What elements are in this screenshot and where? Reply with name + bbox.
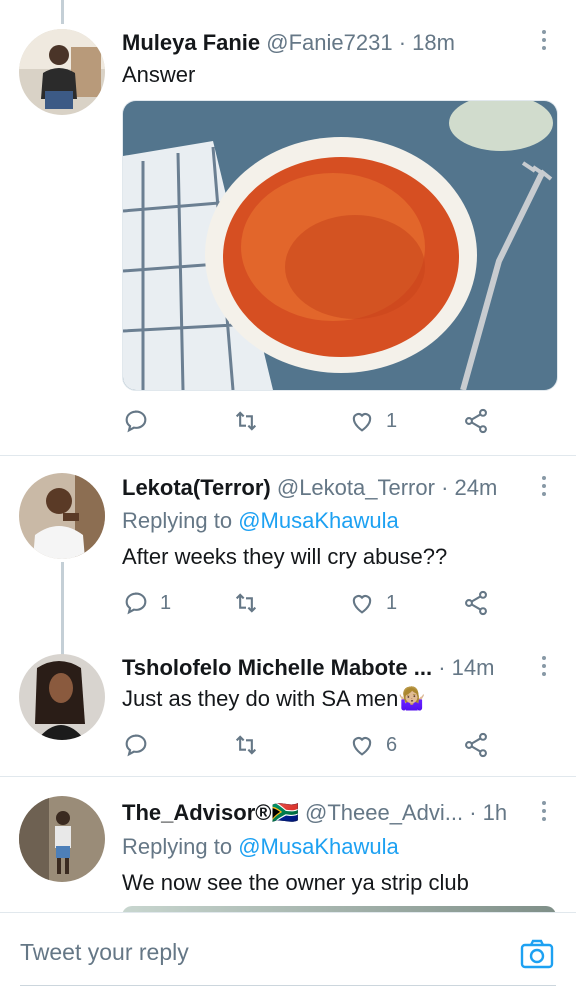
retweet-icon bbox=[235, 411, 257, 431]
share-button[interactable] bbox=[462, 588, 490, 618]
mention-link[interactable]: @MusaKhawula bbox=[238, 834, 399, 859]
share-icon bbox=[465, 732, 487, 758]
tweet-actions: 6 bbox=[122, 730, 502, 760]
avatar[interactable] bbox=[19, 796, 105, 882]
camera-icon[interactable] bbox=[520, 937, 554, 971]
separator-dot: · bbox=[438, 655, 446, 680]
reply-composer: Tweet your reply bbox=[0, 912, 576, 1005]
tweet-text: After weeks they will cry abuse?? bbox=[122, 544, 448, 569]
retweet-icon bbox=[235, 735, 257, 755]
heart-icon bbox=[352, 413, 372, 432]
avatar[interactable] bbox=[19, 654, 105, 740]
retweet-button[interactable] bbox=[232, 588, 270, 618]
more-options-icon[interactable] bbox=[538, 801, 550, 827]
tweet-header: Muleya Fanie @Fanie7231 · 18m bbox=[122, 27, 518, 59]
author-handle[interactable]: @Theee_Advi... bbox=[305, 800, 463, 825]
reply-input[interactable]: Tweet your reply bbox=[20, 939, 189, 966]
tweet-1[interactable]: Muleya Fanie @Fanie7231 · 18m Answer 1 bbox=[0, 0, 576, 455]
reply-button[interactable]: 1 bbox=[122, 588, 171, 618]
reply-button[interactable] bbox=[122, 730, 160, 760]
author-name[interactable]: Tsholofelo Michelle Mabote ... bbox=[122, 655, 432, 680]
avatar[interactable] bbox=[19, 473, 105, 559]
share-button[interactable] bbox=[462, 406, 490, 436]
replying-to: Replying to @MusaKhawula bbox=[122, 832, 399, 862]
author-name[interactable]: Lekota(Terror) bbox=[122, 475, 271, 500]
tweet-image[interactable] bbox=[122, 100, 558, 391]
author-handle[interactable]: @Lekota_Terror bbox=[277, 475, 435, 500]
like-count: 1 bbox=[386, 591, 398, 614]
heart-icon bbox=[352, 595, 372, 614]
author-name[interactable]: Muleya Fanie bbox=[122, 30, 260, 55]
mention-link[interactable]: @MusaKhawula bbox=[238, 508, 399, 533]
share-button[interactable] bbox=[462, 730, 490, 760]
retweet-icon bbox=[235, 593, 257, 613]
timestamp[interactable]: 24m bbox=[455, 475, 498, 500]
retweet-button[interactable] bbox=[232, 406, 270, 436]
reply-button[interactable] bbox=[122, 406, 160, 436]
author-name[interactable]: The_Advisor®🇿🇦 bbox=[122, 800, 299, 825]
separator-dot: · bbox=[469, 800, 477, 825]
timestamp[interactable]: 1h bbox=[483, 800, 507, 825]
tweet-actions: 1 1 bbox=[122, 588, 502, 618]
tweet-2[interactable]: Lekota(Terror) @Lekota_Terror · 24m Repl… bbox=[0, 456, 576, 642]
timestamp[interactable]: 14m bbox=[452, 655, 495, 680]
separator-dot: · bbox=[398, 30, 407, 55]
like-button[interactable]: 1 bbox=[348, 406, 397, 436]
reply-count: 1 bbox=[160, 591, 172, 614]
replying-prefix: Replying to bbox=[122, 508, 233, 533]
tweet-text: Answer bbox=[122, 62, 196, 87]
tweet-4[interactable]: The_Advisor®🇿🇦 @Theee_Advi... · 1h Reply… bbox=[0, 777, 576, 912]
like-button[interactable]: 1 bbox=[348, 588, 397, 618]
more-options-icon[interactable] bbox=[538, 476, 550, 502]
tweet-header: Lekota(Terror) @Lekota_Terror · 24m bbox=[122, 472, 518, 504]
avatar[interactable] bbox=[19, 29, 105, 115]
author-handle[interactable]: @Fanie7231 bbox=[266, 30, 392, 55]
replying-prefix: Replying to bbox=[122, 834, 233, 859]
separator-dot: · bbox=[441, 475, 449, 500]
share-icon bbox=[465, 408, 487, 434]
like-count: 6 bbox=[386, 733, 398, 756]
reply-icon bbox=[125, 734, 147, 757]
timestamp[interactable]: 18m bbox=[412, 30, 455, 55]
tweet-header: Tsholofelo Michelle Mabote ... · 14m bbox=[122, 652, 518, 684]
retweet-button[interactable] bbox=[232, 730, 270, 760]
tweet-3[interactable]: Tsholofelo Michelle Mabote ... · 14m Jus… bbox=[0, 642, 576, 776]
tweet-text: Just as they do with SA men🤷🏼‍♀️ bbox=[122, 686, 426, 711]
tweet-text: We now see the owner ya strip club bbox=[122, 870, 469, 895]
heart-icon bbox=[352, 737, 372, 756]
tweet-header: The_Advisor®🇿🇦 @Theee_Advi... · 1h bbox=[122, 797, 518, 829]
reply-icon bbox=[125, 410, 147, 433]
replying-to: Replying to @MusaKhawula bbox=[122, 506, 399, 536]
like-button[interactable]: 6 bbox=[348, 730, 397, 760]
like-count: 1 bbox=[386, 409, 398, 432]
more-options-icon[interactable] bbox=[538, 656, 550, 682]
more-options-icon[interactable] bbox=[538, 30, 550, 56]
tweet-actions: 1 bbox=[122, 406, 502, 436]
share-icon bbox=[465, 590, 487, 616]
reply-input-underline bbox=[20, 985, 556, 986]
reply-icon bbox=[125, 592, 147, 615]
